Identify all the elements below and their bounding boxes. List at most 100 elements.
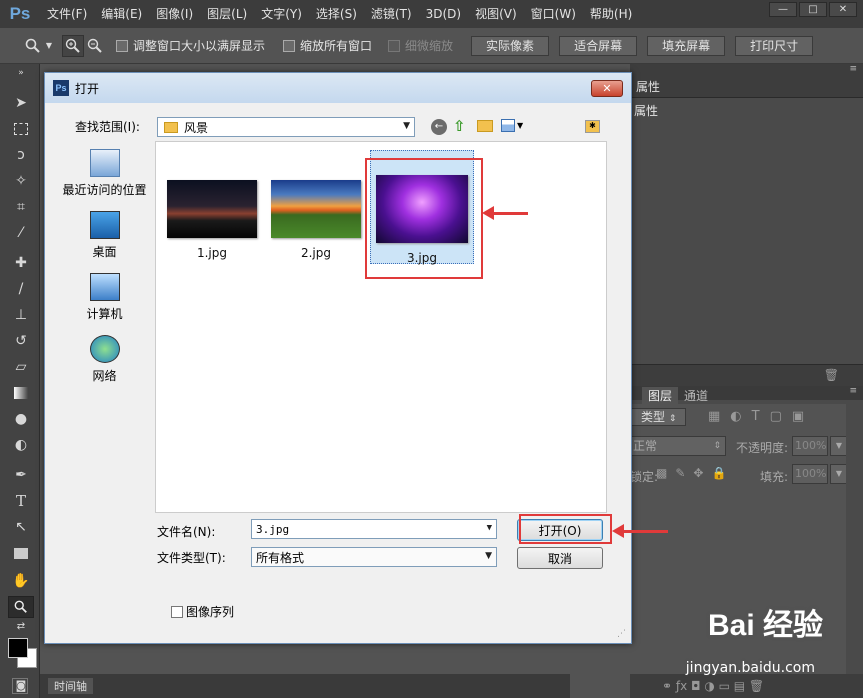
actual-pixels-button[interactable]: 实际像素 (471, 35, 550, 56)
resize-grip-icon[interactable]: ⋰ (617, 629, 627, 639)
tab-properties[interactable]: 属性 (630, 76, 863, 98)
path-selection-tool-icon[interactable]: ↖ (8, 516, 34, 538)
magic-wand-tool-icon[interactable]: ✧ (8, 170, 34, 192)
place-network[interactable]: 网络 (57, 335, 152, 384)
lock-label: 锁定: (630, 470, 659, 484)
up-folder-icon[interactable]: ⇧ (453, 117, 466, 135)
new-folder-icon[interactable] (477, 120, 493, 132)
favorites-icon[interactable]: ✱ (585, 120, 600, 133)
panel-menu-icon[interactable]: ≡ (630, 64, 863, 76)
zoom-out-icon[interactable] (84, 35, 106, 57)
zoom-tool-active-icon[interactable] (8, 596, 34, 618)
menu-file[interactable]: 文件(F) (40, 0, 94, 28)
annotation-arrow-open (612, 524, 668, 538)
move-tool-icon[interactable]: ➤ (8, 92, 34, 114)
dialog-title: 打开 (75, 81, 100, 96)
menu-type[interactable]: 文字(Y) (254, 0, 309, 28)
opacity-input[interactable]: 100% (792, 436, 828, 456)
lasso-tool-icon[interactable]: ↄ (8, 144, 34, 166)
file-name: 1.jpg (196, 246, 228, 260)
menu-edit[interactable]: 编辑(E) (94, 0, 149, 28)
file-name: 2.jpg (300, 246, 332, 260)
screen-mode-icon[interactable] (12, 678, 28, 694)
clone-stamp-tool-icon[interactable]: ⊥ (8, 304, 34, 326)
eraser-tool-icon[interactable]: ▱ (8, 356, 34, 378)
cancel-button[interactable]: 取消 (517, 547, 603, 569)
close-button[interactable]: ✕ (829, 2, 857, 17)
layers-panel: 类型 ⇕ ▦◐T▢▣ 正常 ⇕ 不透明度: 100% ▼ 锁定: ▩✎✥🔒 填充:… (630, 404, 863, 698)
zoom-in-icon[interactable] (62, 34, 84, 57)
scrubby-zoom-checkbox[interactable]: 细微缩放 (388, 37, 453, 54)
minimize-button[interactable]: — (769, 2, 797, 17)
brush-tool-icon[interactable]: / (8, 278, 34, 300)
zoom-all-windows-checkbox[interactable]: 缩放所有窗口 (283, 37, 372, 54)
highlight-box-open (519, 514, 612, 544)
gradient-tool-icon[interactable] (8, 382, 34, 404)
menu-view[interactable]: 视图(V) (468, 0, 524, 28)
place-desktop[interactable]: 桌面 (57, 211, 152, 260)
print-size-button[interactable]: 打印尺寸 (735, 35, 814, 56)
tool-preset-chevron-down-icon[interactable]: ▼ (44, 35, 54, 57)
place-desktop-label: 桌面 (92, 245, 117, 259)
crop-tool-icon[interactable]: ⌗ (8, 196, 34, 218)
menu-help[interactable]: 帮助(H) (583, 0, 639, 28)
tools-panel: » ➤ ↄ ✧ ⌗ ⁄ ✚ / ⊥ ↺ ▱ ● ◐ ✒ T ↖ ✋ ⇄ ◙ (0, 64, 40, 698)
menu-3d[interactable]: 3D(D) (419, 0, 468, 28)
zoom-tool-icon[interactable] (22, 35, 44, 57)
delete-icon[interactable]: 🗑 (824, 368, 839, 382)
filename-value: 3.jpg (256, 522, 290, 536)
open-dialog: Ps 打开 ✕ 查找范围(I): 风景 ▼ ← ⇧ ▼ ✱ 最近访问的位置 桌面… (44, 72, 632, 644)
layers-footer-icons[interactable]: ⚭ ƒx ◘ ◑ ▭ ▤ 🗑 (630, 674, 863, 698)
file-item[interactable]: 1.jpg (162, 180, 262, 266)
filename-input[interactable]: 3.jpg ▼ (251, 519, 497, 539)
menu-layer[interactable]: 图层(L) (200, 0, 254, 28)
dodge-tool-icon[interactable]: ◐ (8, 434, 34, 456)
thumbnail-2 (271, 180, 361, 238)
file-item[interactable]: 2.jpg (266, 180, 366, 266)
filetype-select[interactable]: 所有格式 ▼ (251, 547, 497, 567)
fill-screen-button[interactable]: 填充屏幕 (647, 35, 726, 56)
menu-window[interactable]: 窗口(W) (524, 0, 583, 28)
recent-places-icon (89, 149, 120, 177)
fit-screen-button[interactable]: 适合屏幕 (559, 35, 638, 56)
eyedropper-tool-icon[interactable]: ⁄ (8, 222, 34, 244)
foreground-color-swatch[interactable] (8, 638, 28, 658)
healing-brush-tool-icon[interactable]: ✚ (8, 252, 34, 274)
look-in-select[interactable]: 风景 ▼ (157, 117, 415, 137)
layer-filter-icons[interactable]: ▦◐T▢▣ (708, 409, 814, 424)
back-icon[interactable]: ← (431, 119, 447, 135)
place-recent[interactable]: 最近访问的位置 (57, 149, 152, 198)
place-computer[interactable]: 计算机 (57, 273, 152, 322)
view-menu-chevron-down-icon[interactable]: ▼ (517, 121, 523, 130)
rectangle-tool-icon[interactable] (8, 542, 34, 564)
hand-tool-icon[interactable]: ✋ (8, 570, 34, 592)
layer-filter-kind[interactable]: 类型 ⇕ (630, 408, 686, 426)
pen-tool-icon[interactable]: ✒ (8, 464, 34, 486)
dialog-close-button[interactable]: ✕ (591, 80, 623, 97)
image-sequence-checkbox[interactable]: 图像序列 (171, 603, 234, 620)
tab-layers[interactable]: 图层 (642, 387, 679, 404)
panel-collapse-icon[interactable]: » (8, 68, 34, 78)
type-tool-icon[interactable]: T (8, 490, 34, 512)
place-computer-label: 计算机 (86, 307, 123, 321)
blend-mode-select[interactable]: 正常 ⇕ (630, 436, 726, 456)
properties-title: 属性 (634, 104, 659, 118)
restore-button[interactable]: □ (799, 2, 827, 17)
view-menu-icon[interactable] (501, 119, 515, 132)
opacity-label: 不透明度: (736, 441, 789, 455)
history-brush-tool-icon[interactable]: ↺ (8, 330, 34, 352)
menu-filter[interactable]: 滤镜(T) (364, 0, 419, 28)
marquee-tool-icon[interactable] (8, 118, 34, 140)
swap-colors-icon[interactable]: ⇄ (8, 620, 34, 632)
computer-icon (89, 273, 120, 301)
tab-timeline[interactable]: 时间轴 (48, 678, 93, 694)
layers-scrollbar[interactable] (846, 404, 863, 674)
filetype-chevron-down-icon: ▼ (485, 551, 492, 561)
menu-select[interactable]: 选择(S) (309, 0, 364, 28)
lock-icons[interactable]: ▩✎✥🔒 (656, 466, 734, 480)
fill-input[interactable]: 100% (792, 464, 828, 484)
menu-image[interactable]: 图像(I) (149, 0, 200, 28)
tab-channels[interactable]: 通道 (678, 387, 714, 404)
blur-tool-icon[interactable]: ● (8, 408, 34, 430)
resize-windows-checkbox[interactable]: 调整窗口大小以满屏显示 (116, 37, 265, 54)
